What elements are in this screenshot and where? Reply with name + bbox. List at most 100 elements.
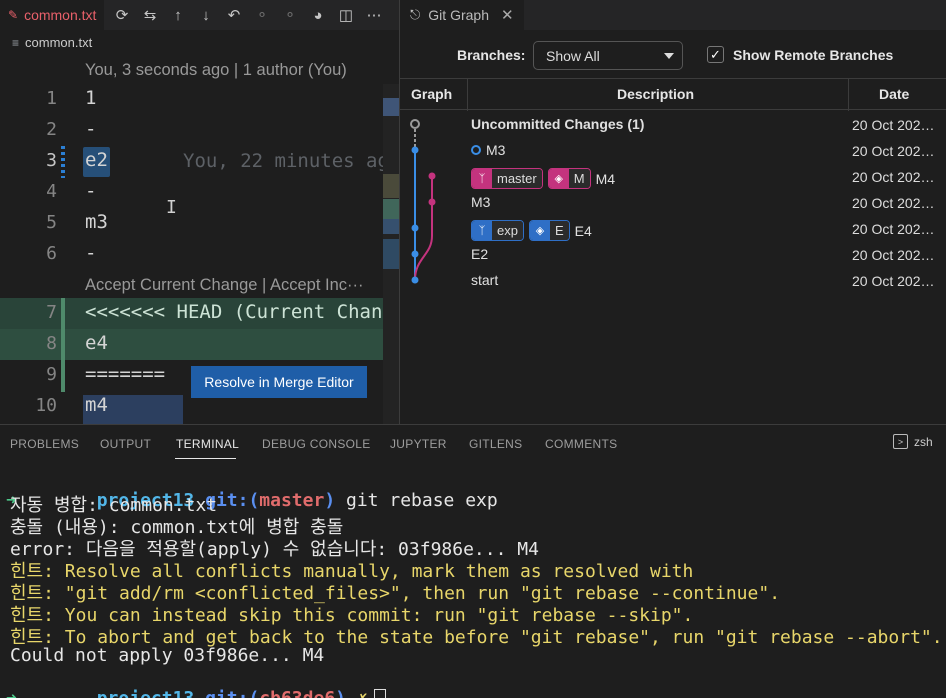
show-remote-branches-label[interactable]: Show Remote Branches: [733, 47, 893, 63]
branch-ref-master[interactable]: ᛉ master: [471, 168, 543, 189]
commit-row[interactable]: start 20 Oct 202…: [400, 268, 946, 294]
commit-row[interactable]: M3 20 Oct 202…: [400, 138, 946, 164]
code-line[interactable]: 5 m3: [0, 208, 399, 239]
ref-label: master: [492, 169, 542, 188]
editor-tab-common-txt[interactable]: ✎ common.txt: [0, 0, 105, 30]
dot-right-icon[interactable]: ⚬: [278, 3, 302, 27]
codelens-blame[interactable]: You, 3 seconds ago | 1 author (You): [85, 61, 347, 80]
commit-row[interactable]: ᛉ master ◈ M M4 20 Oct 202…: [400, 164, 946, 190]
minimap-highlight: [383, 98, 399, 116]
prompt-command: git rebase exp: [335, 490, 498, 511]
code-line[interactable]: 4 -: [0, 177, 399, 208]
dirty-marker: ✗: [357, 688, 368, 698]
more-icon[interactable]: ⋯: [362, 3, 386, 27]
editor-tab-bar: ✎ common.txt ⟳ ⇆ ↑ ↓ ↶ ⚬ ⚬ ◕ ◫ ⋯: [0, 0, 399, 30]
line-text[interactable]: 1: [85, 87, 96, 109]
terminal-prompt-line: ➜ project13 git:(master) git rebase exp: [6, 469, 498, 511]
tag-ref-e[interactable]: ◈ E: [528, 220, 570, 241]
close-icon[interactable]: ✕: [501, 6, 514, 24]
arrow-down-icon[interactable]: ↓: [194, 3, 218, 27]
edit-icon: ✎: [8, 8, 19, 22]
column-divider[interactable]: [848, 79, 849, 111]
branch-icon: ᛉ: [472, 221, 492, 240]
line-text[interactable]: -: [85, 242, 96, 264]
commit-row[interactable]: M3 20 Oct 202…: [400, 190, 946, 216]
commit-date: 20 Oct 202…: [852, 247, 935, 263]
code-line[interactable]: 6 -: [0, 239, 399, 270]
tab-problems[interactable]: PROBLEMS: [10, 437, 79, 451]
arrow-up-icon[interactable]: ↑: [166, 3, 190, 27]
column-divider[interactable]: [467, 79, 468, 111]
history-icon[interactable]: ⟳: [110, 3, 134, 27]
git-graph-tab-label: Git Graph: [428, 7, 489, 23]
line-number: 5: [46, 212, 57, 233]
line-text[interactable]: e4: [85, 332, 108, 354]
revert-icon[interactable]: ↶: [222, 3, 246, 27]
line-text[interactable]: -: [85, 118, 96, 140]
checkmark-icon: ✓: [710, 46, 721, 62]
tab-output[interactable]: OUTPUT: [100, 437, 151, 451]
tab-debug-console[interactable]: DEBUG CONSOLE: [262, 437, 371, 451]
tab-git-graph[interactable]: ⎋ Git Graph ✕: [400, 0, 524, 30]
tab-terminal[interactable]: TERMINAL: [176, 437, 239, 451]
branches-dropdown[interactable]: Show All: [533, 41, 683, 70]
line-number: 6: [46, 243, 57, 264]
commit-message: E2: [471, 246, 489, 262]
terminal-cursor[interactable]: [373, 689, 386, 698]
line-text[interactable]: m3: [85, 211, 108, 233]
code-line[interactable]: 2 -: [0, 115, 399, 146]
prompt-branch: cb63de6: [259, 688, 335, 698]
terminal-hint-line: 힌트: You can instead skip this commit: ru…: [10, 605, 694, 626]
commit-table-header: Graph Description Date: [400, 78, 946, 111]
terminal-line: 자동 병합: common.txt: [10, 495, 218, 516]
tag-ref-m[interactable]: ◈ M: [547, 168, 591, 189]
tab-jupyter[interactable]: JUPYTER: [390, 437, 447, 451]
git-lens-icon[interactable]: ◕: [306, 3, 330, 27]
minimap-highlight: [383, 174, 399, 198]
branch-ref-exp[interactable]: ᛉ exp: [471, 220, 524, 241]
git-graph-controls: Branches: Show All ✓ Show Remote Branche…: [400, 38, 946, 72]
line-text[interactable]: e2: [85, 149, 108, 171]
column-header-graph[interactable]: Graph: [411, 86, 452, 102]
commit-date: 20 Oct 202…: [852, 169, 935, 185]
line-text[interactable]: m4: [85, 394, 108, 416]
codelens-conflict-actions[interactable]: Accept Current Change | Accept Inc···: [85, 276, 364, 295]
tab-gitlens[interactable]: GITLENS: [469, 437, 522, 451]
commit-row[interactable]: Uncommitted Changes (1) 20 Oct 202…: [400, 112, 946, 138]
terminal-shell-selector[interactable]: > zsh: [893, 434, 933, 449]
column-header-date[interactable]: Date: [879, 86, 909, 102]
git-graph-tab-bar: ⎋ Git Graph ✕: [400, 0, 946, 30]
compare-icon[interactable]: ⇆: [138, 3, 162, 27]
commit-message: M3: [486, 142, 506, 158]
breadcrumb-file[interactable]: common.txt: [25, 35, 92, 50]
minimap[interactable]: [383, 84, 399, 424]
line-number: 7: [46, 302, 57, 323]
split-editor-icon[interactable]: ◫: [334, 3, 358, 27]
head-marker-icon: [471, 145, 481, 155]
commit-row[interactable]: ᛉ exp ◈ E E4 20 Oct 202…: [400, 216, 946, 242]
commit-row[interactable]: E2 20 Oct 202…: [400, 242, 946, 268]
line-text[interactable]: <<<<<<< HEAD (Current Change): [85, 301, 399, 323]
commit-description: start: [471, 272, 498, 288]
breadcrumb[interactable]: ≡ common.txt: [12, 35, 92, 50]
shell-name: zsh: [914, 434, 933, 449]
branch-icon: ᛉ: [472, 169, 492, 188]
commit-date: 20 Oct 202…: [852, 143, 935, 159]
line-text[interactable]: =======: [85, 363, 165, 385]
prompt-arrow-icon: ➜: [6, 688, 17, 698]
show-remote-branches-checkbox[interactable]: ✓: [707, 46, 724, 63]
conflict-line-current[interactable]: 7 <<<<<<< HEAD (Current Change): [0, 298, 399, 329]
branches-label: Branches:: [457, 47, 526, 63]
tab-comments[interactable]: COMMENTS: [545, 437, 617, 451]
line-text[interactable]: -: [85, 180, 96, 202]
line-number: 2: [46, 119, 57, 140]
commit-message: Uncommitted Changes (1): [471, 116, 645, 132]
dot-left-icon[interactable]: ⚬: [250, 3, 274, 27]
column-header-description[interactable]: Description: [617, 86, 694, 102]
text-cursor-icon: I: [166, 197, 177, 218]
active-tab-indicator: [175, 458, 236, 459]
terminal-line: error: 다음을 적용할(apply) 수 없습니다: 03f986e...…: [10, 539, 539, 560]
resolve-in-merge-editor-button[interactable]: Resolve in Merge Editor: [191, 366, 367, 398]
code-line[interactable]: 1 1: [0, 84, 399, 115]
conflict-line-current[interactable]: 8 e4: [0, 329, 399, 360]
